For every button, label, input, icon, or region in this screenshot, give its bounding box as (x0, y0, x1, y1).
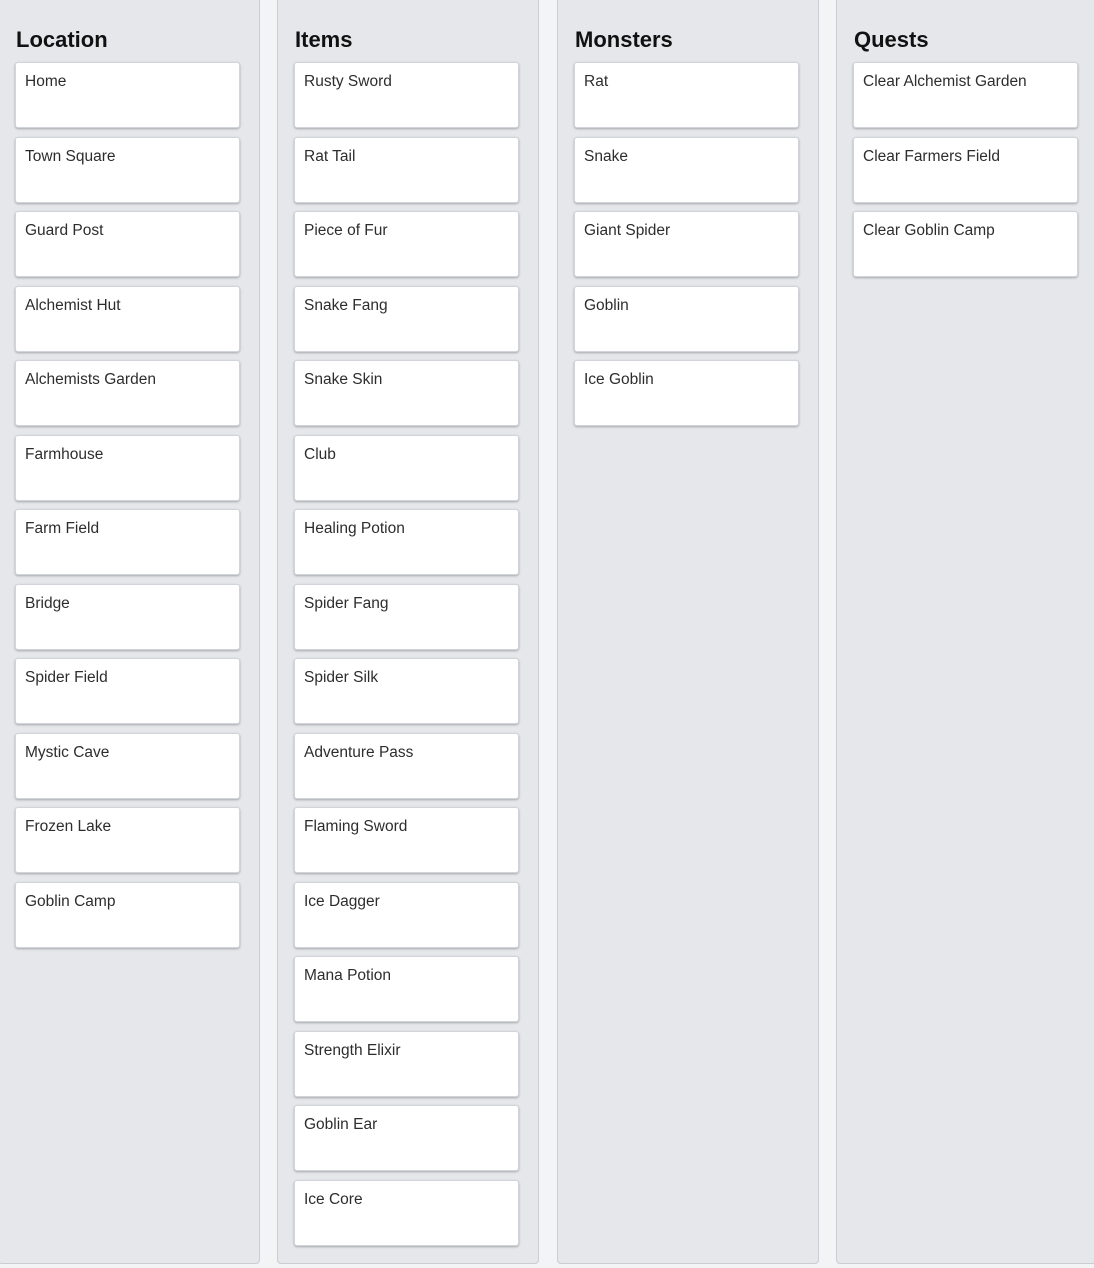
card[interactable]: Adventure Pass (294, 732, 519, 799)
card-label: Goblin Ear (304, 1116, 378, 1133)
card[interactable]: Ice Dagger (294, 881, 519, 948)
card[interactable]: Clear Alchemist Garden (853, 62, 1078, 128)
card[interactable]: Ice Goblin (574, 360, 799, 426)
card[interactable]: Snake (574, 136, 799, 203)
card[interactable]: Healing Potion (294, 509, 519, 575)
column-quests: Quests Clear Alchemist Garden Clear Farme… (836, 0, 1094, 1264)
card[interactable]: Giant Spider (574, 211, 799, 277)
card[interactable]: Goblin Camp (15, 881, 240, 948)
card[interactable]: Home (15, 62, 240, 128)
card[interactable]: Alchemist Hut (15, 285, 240, 352)
card[interactable]: Snake Fang (294, 285, 519, 352)
card-label: Snake Skin (304, 371, 383, 388)
card[interactable]: Rusty Sword (294, 62, 519, 128)
card-label: Flaming Sword (304, 818, 408, 835)
card-label: Town Square (25, 147, 116, 165)
card-label: Home (25, 73, 67, 90)
column-title: Quests (854, 27, 929, 52)
kanban-board: Location Home Town Square Guard Post Alchem… (0, 0, 1094, 1268)
card[interactable]: Farmhouse (15, 434, 240, 501)
card[interactable]: Town Square (15, 136, 240, 203)
card-label: Strength Elixir (304, 1041, 401, 1059)
card[interactable]: Guard Post (15, 211, 240, 277)
card-label: Clear Goblin Camp (863, 222, 995, 239)
card[interactable]: Frozen Lake (15, 807, 240, 873)
card[interactable]: Bridge (15, 583, 240, 650)
card-label: Alchemists Garden (25, 371, 156, 388)
card-label: Guard Post (25, 222, 104, 239)
card-label: Spider Field (25, 669, 108, 686)
card[interactable]: Rat Tail (294, 136, 519, 203)
card[interactable]: Snake Skin (294, 360, 519, 426)
card-list: Rusty Sword Rat Tail Piece of Fur Snake Fan… (294, 62, 538, 1246)
card-label: Farm Field (25, 520, 100, 537)
card-label: Farmhouse (25, 445, 104, 463)
card[interactable]: Strength Elixir (294, 1030, 519, 1097)
card-label: Goblin Camp (25, 892, 116, 910)
card[interactable]: Club (294, 434, 519, 501)
card-label: Rusty Sword (304, 73, 392, 90)
column-title: Location (16, 27, 108, 52)
card[interactable]: Piece of Fur (294, 211, 519, 277)
card[interactable]: Ice Core (294, 1179, 519, 1246)
card-label: Goblin (584, 296, 629, 314)
card[interactable]: Alchemists Garden (15, 360, 240, 426)
card-label: Piece of Fur (304, 222, 388, 239)
card[interactable]: Clear Farmers Field (853, 136, 1078, 203)
card-label: Spider Silk (304, 669, 379, 686)
card[interactable]: Mystic Cave (15, 732, 240, 799)
column-monsters: Monsters Rat Snake Giant Spider Goblin Ice G… (557, 0, 819, 1264)
card-label: Club (304, 445, 336, 463)
card[interactable]: Rat (574, 62, 799, 128)
card[interactable]: Clear Goblin Camp (853, 211, 1078, 277)
card[interactable]: Farm Field (15, 509, 240, 575)
card-label: Ice Goblin (584, 371, 654, 388)
card[interactable]: Spider Field (15, 658, 240, 724)
card-label: Rat Tail (304, 147, 356, 165)
column-title: Items (295, 27, 353, 52)
column-items: Items Rusty Sword Rat Tail Piece of Fur Sna… (277, 0, 539, 1264)
card[interactable]: Goblin Ear (294, 1105, 519, 1171)
card-list: Rat Snake Giant Spider Goblin Ice Goblin (574, 62, 818, 426)
card-label: Rat (584, 73, 609, 90)
card-label: Alchemist Hut (25, 296, 121, 314)
card-label: Clear Farmers Field (863, 147, 1000, 165)
card-label: Mystic Cave (25, 743, 110, 761)
card-label: Frozen Lake (25, 818, 112, 835)
card-label: Spider Fang (304, 594, 389, 612)
card-label: Clear Alchemist Garden (863, 73, 1027, 90)
card-label: Ice Core (304, 1190, 363, 1208)
card-label: Mana Potion (304, 967, 392, 984)
card-label: Healing Potion (304, 520, 405, 537)
card[interactable]: Mana Potion (294, 956, 519, 1022)
card-label: Bridge (25, 594, 70, 612)
card[interactable]: Flaming Sword (294, 807, 519, 873)
card[interactable]: Spider Silk (294, 658, 519, 724)
card-label: Ice Dagger (304, 892, 380, 910)
card-label: Snake Fang (304, 296, 388, 314)
column-title: Monsters (575, 27, 673, 52)
card-list: Clear Alchemist Garden Clear Farmers Fiel… (853, 62, 1094, 277)
card-label: Adventure Pass (304, 743, 414, 761)
card-label: Snake (584, 147, 628, 165)
card-list: Home Town Square Guard Post Alchemist Hut Al… (15, 62, 259, 948)
card[interactable]: Spider Fang (294, 583, 519, 650)
card-label: Giant Spider (584, 222, 671, 239)
card[interactable]: Goblin (574, 285, 799, 352)
column-location: Location Home Town Square Guard Post Alchem… (0, 0, 260, 1264)
